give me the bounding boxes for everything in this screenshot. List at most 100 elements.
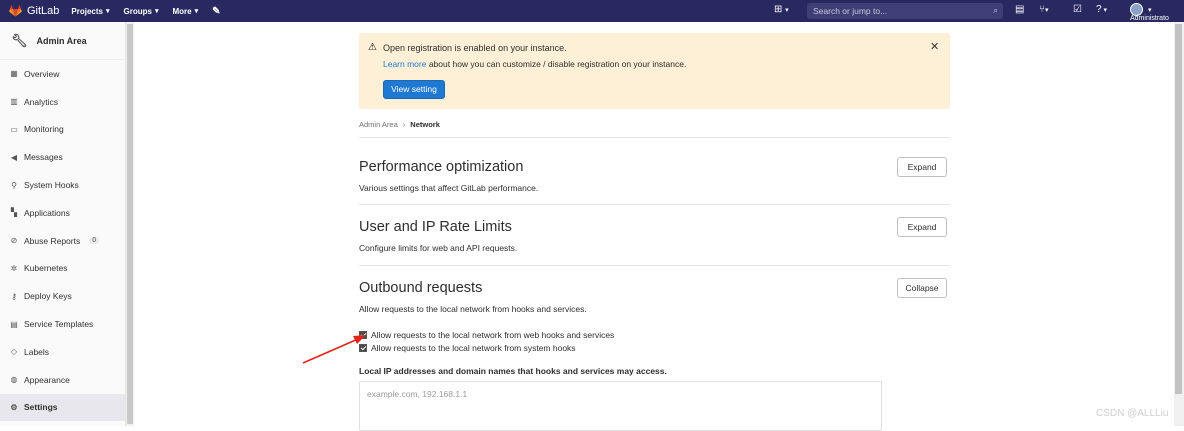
sidebar-item-deploy-keys[interactable]: ⚷ Deploy Keys: [0, 282, 125, 310]
view-setting-button[interactable]: View setting: [383, 80, 445, 99]
section-desc-performance: Various settings that affect GitLab perf…: [359, 183, 539, 193]
section-title-rate-limits: User and IP Rate Limits: [359, 219, 512, 235]
sidebar-item-label: Settings: [24, 402, 58, 413]
allow-webhooks-checkbox-row[interactable]: Allow requests to the local network from…: [359, 330, 614, 340]
learn-more-link[interactable]: Learn more: [383, 59, 426, 69]
sidebar-title: Admin Area: [36, 35, 87, 46]
breadcrumb-root[interactable]: Admin Area: [359, 120, 398, 129]
divider: [359, 137, 950, 138]
template-icon: ▤: [10, 319, 18, 329]
sidebar-item-settings[interactable]: ⚙ Settings: [0, 393, 125, 422]
section-desc-outbound: Allow requests to the local network from…: [359, 304, 587, 314]
palette-icon: ◍: [10, 375, 18, 385]
hook-icon: ⚲: [11, 180, 17, 190]
sidebar-item-messages[interactable]: ◀ Messages: [0, 143, 125, 171]
kubernetes-icon: ✲: [10, 263, 18, 273]
new-plus-icon[interactable]: ⊞ ▾: [774, 4, 789, 15]
collapse-outbound-button[interactable]: Collapse: [897, 278, 947, 298]
help-icon[interactable]: ? ▾: [1096, 4, 1107, 15]
grid-icon: ▚: [10, 208, 18, 218]
sidebar-item-monitoring[interactable]: ▭ Monitoring: [0, 116, 125, 144]
nav-more-label: More: [172, 6, 192, 16]
nav-groups[interactable]: Groups ▾: [124, 7, 159, 16]
gitlab-fox-icon: [9, 5, 22, 17]
annotation-arrow-icon: [302, 335, 366, 364]
allow-webhooks-label: Allow requests to the local network from…: [371, 330, 615, 340]
divider: [359, 265, 950, 266]
sidebar: 🔧︎ Admin Area ▦ Overview ▥ Analytics ▭ Moni…: [0, 22, 126, 426]
chevron-right-icon: ›: [402, 120, 406, 129]
section-title-outbound: Outbound requests: [359, 280, 483, 296]
sidebar-item-labels[interactable]: ◇ Labels: [0, 338, 125, 366]
alert-body: Learn more about how you can customize /…: [383, 59, 686, 69]
section-title-performance: Performance optimization: [359, 159, 524, 175]
sidebar-item-label: Analytics: [24, 96, 59, 107]
close-icon[interactable]: ✕: [930, 40, 939, 53]
sidebar-item-kubernetes[interactable]: ✲ Kubernetes: [0, 255, 125, 283]
wrench-icon: 🔧︎: [11, 32, 28, 48]
chevron-down-icon: ▾: [154, 8, 159, 15]
sidebar-item-label: Messages: [24, 152, 63, 163]
sidebar-item-overview[interactable]: ▦ Overview: [0, 60, 125, 88]
sidebar-scroll-thumb[interactable]: [127, 24, 133, 424]
registration-alert: ⚠ Open registration is enabled on your i…: [359, 33, 950, 109]
alert-title: Open registration is enabled on your ins…: [383, 43, 567, 53]
label-icon: ◇: [10, 347, 18, 357]
abuse-count-badge: 0: [89, 237, 100, 245]
analytics-icon: ▥: [10, 97, 18, 107]
bullhorn-icon: ◀: [10, 152, 18, 162]
expand-rate-limits-button[interactable]: Expand: [897, 217, 947, 237]
abuse-icon: ⊘: [10, 236, 18, 246]
sidebar-item-applications[interactable]: ▚ Applications: [0, 199, 125, 227]
nav-groups-label: Groups: [123, 6, 152, 16]
allow-system-hooks-checkbox-row[interactable]: Allow requests to the local network from…: [359, 343, 576, 353]
issues-icon[interactable]: ▤: [1015, 4, 1024, 15]
sidebar-header[interactable]: 🔧︎ Admin Area: [0, 22, 125, 60]
breadcrumb: Admin Area › Network: [359, 120, 440, 129]
chevron-down-icon[interactable]: ▾: [1148, 4, 1152, 15]
sidebar-item-label: Monitoring: [24, 124, 64, 135]
nav-more[interactable]: More ▾: [172, 7, 198, 16]
sidebar-item-label: Applications: [24, 207, 70, 218]
todo-icon[interactable]: ☑: [1073, 4, 1082, 15]
merge-request-icon[interactable]: ⑂▾: [1039, 4, 1049, 15]
allowlist-textarea[interactable]: example.com, 192.168.1.1: [359, 381, 882, 431]
warning-icon: ⚠: [368, 42, 377, 53]
overview-icon: ▦: [10, 69, 18, 79]
sidebar-item-label: Appearance: [24, 374, 70, 385]
allowlist-placeholder: example.com, 192.168.1.1: [367, 389, 468, 399]
page-scroll-thumb[interactable]: [1175, 24, 1182, 394]
sidebar-item-label: Kubernetes: [24, 263, 68, 274]
gitlab-logo[interactable]: GitLab: [9, 5, 59, 17]
sidebar-item-label: Deploy Keys: [24, 291, 72, 302]
sidebar-item-system-hooks[interactable]: ⚲ System Hooks: [0, 171, 125, 199]
user-name: Administrato: [1130, 15, 1169, 22]
top-navbar: GitLab Projects ▾ Groups ▾ More ▾ ✎ ⊞ ▾ Sea…: [0, 0, 1184, 22]
key-icon: ⚷: [11, 291, 17, 301]
alert-body-text: about how you can customize / disable re…: [426, 59, 687, 69]
watermark: CSDN @ALLLiu: [1096, 408, 1169, 419]
search-input[interactable]: Search or jump to... ⌕: [807, 3, 1003, 19]
sidebar-item-label: Abuse Reports: [24, 235, 81, 246]
brand-name: GitLab: [27, 5, 60, 17]
nav-projects[interactable]: Projects ▾: [71, 7, 109, 16]
sidebar-item-label: Labels: [24, 346, 50, 357]
divider: [359, 204, 950, 205]
sidebar-item-appearance[interactable]: ◍ Appearance: [0, 366, 125, 394]
chevron-down-icon: ▾: [194, 8, 199, 15]
settings-icon: ⚙: [10, 402, 18, 412]
nav-projects-label: Projects: [71, 6, 103, 16]
admin-wrench-icon[interactable]: ✎: [212, 6, 220, 17]
expand-performance-button[interactable]: Expand: [897, 157, 947, 177]
monitor-icon: ▭: [10, 124, 18, 134]
search-icon: ⌕: [993, 5, 998, 15]
sidebar-item-abuse-reports[interactable]: ⊘ Abuse Reports 0: [0, 227, 125, 255]
chevron-down-icon: ▾: [106, 8, 110, 15]
sidebar-item-label: Service Templates: [24, 319, 94, 330]
allowlist-field-label: Local IP addresses and domain names that…: [359, 366, 667, 376]
search-placeholder: Search or jump to...: [813, 6, 888, 16]
sidebar-item-analytics[interactable]: ▥ Analytics: [0, 88, 125, 116]
sidebar-item-service-templates[interactable]: ▤ Service Templates: [0, 310, 125, 338]
sidebar-item-label: Overview: [24, 68, 60, 79]
breadcrumb-current: Network: [410, 120, 440, 129]
